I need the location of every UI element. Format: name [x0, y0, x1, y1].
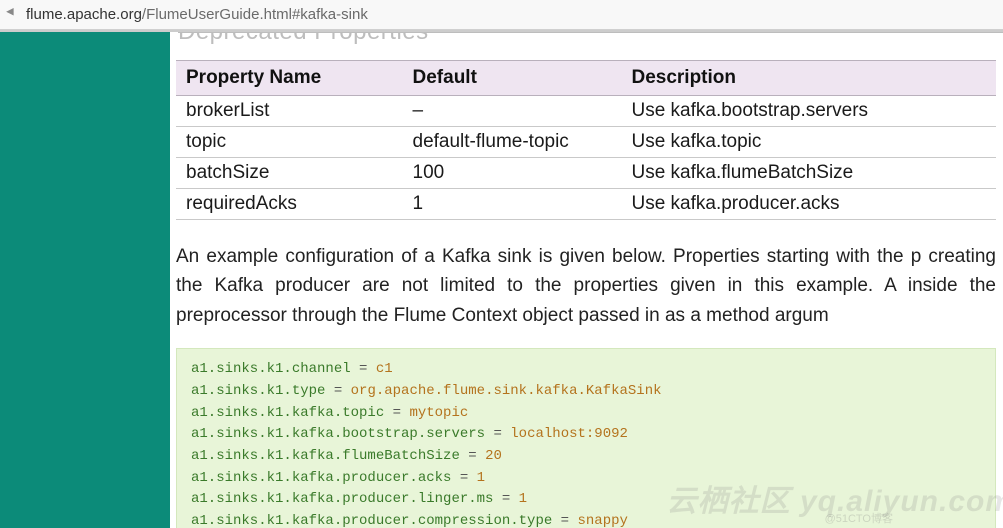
col-description: Description	[621, 61, 996, 96]
table-header-row: Property Name Default Description	[176, 61, 996, 96]
properties-table: Property Name Default Description broker…	[176, 60, 996, 220]
col-default: Default	[403, 61, 622, 96]
cell-default: 1	[403, 189, 622, 220]
cell-default: –	[403, 96, 622, 127]
table-row: topic default-flume-topic Use kafka.topi…	[176, 127, 996, 158]
url-path: /FlumeUserGuide.html#kafka-sink	[142, 6, 368, 23]
sidebar	[0, 32, 170, 528]
table-row: brokerList – Use kafka.bootstrap.servers	[176, 96, 996, 127]
address-bar[interactable]: ▾ flume.apache.org/FlumeUserGuide.html#k…	[0, 0, 1003, 30]
cell-name: batchSize	[176, 158, 403, 189]
cell-desc: Use kafka.producer.acks	[621, 189, 996, 220]
col-property-name: Property Name	[176, 61, 403, 96]
cell-desc: Use kafka.bootstrap.servers	[621, 96, 996, 127]
url-display: flume.apache.org/FlumeUserGuide.html#kaf…	[26, 6, 368, 23]
cell-desc: Use kafka.flumeBatchSize	[621, 158, 996, 189]
dropdown-icon: ▾	[6, 8, 20, 22]
cell-name: requiredAcks	[176, 189, 403, 220]
cell-desc: Use kafka.topic	[621, 127, 996, 158]
table-row: requiredAcks 1 Use kafka.producer.acks	[176, 189, 996, 220]
cell-name: brokerList	[176, 96, 403, 127]
page: Deprecated Properties Property Name Defa…	[0, 30, 1003, 528]
cell-default: default-flume-topic	[403, 127, 622, 158]
watermark-small: @51CTO博客	[825, 510, 893, 526]
cell-name: topic	[176, 127, 403, 158]
cell-default: 100	[403, 158, 622, 189]
content: Deprecated Properties Property Name Defa…	[170, 32, 1003, 528]
example-paragraph: An example configuration of a Kafka sink…	[176, 242, 996, 330]
table-row: batchSize 100 Use kafka.flumeBatchSize	[176, 158, 996, 189]
url-host: flume.apache.org	[26, 6, 142, 23]
section-heading-deprecated: Deprecated Properties	[178, 32, 1003, 46]
